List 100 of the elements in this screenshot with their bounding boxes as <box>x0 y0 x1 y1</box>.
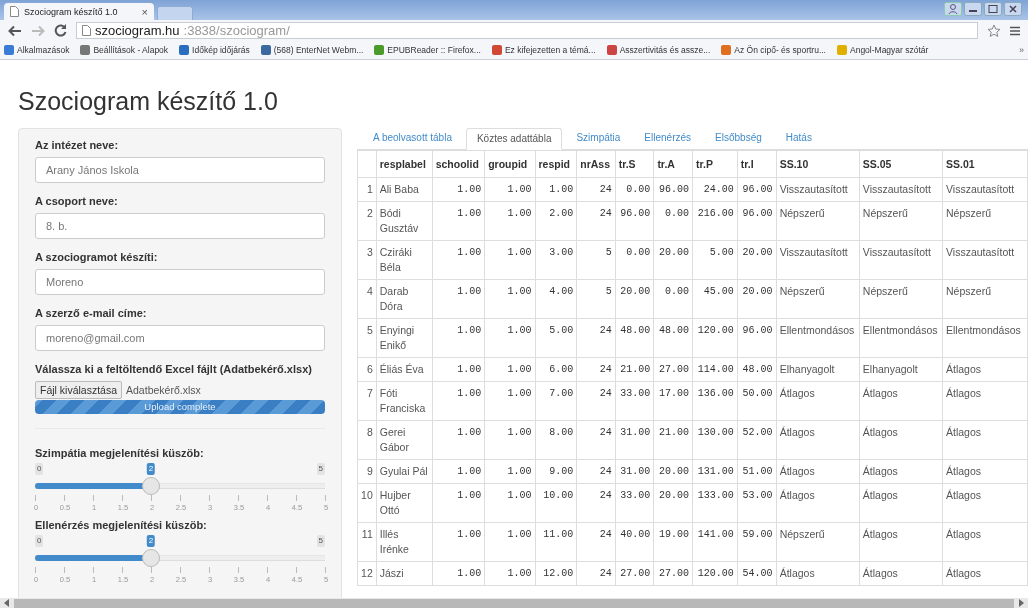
text-field[interactable]: Moreno <box>35 269 325 295</box>
table-cell: 48.00 <box>737 357 777 382</box>
column-header[interactable]: tr.S <box>615 150 654 178</box>
table-cell: 2.00 <box>535 201 577 241</box>
table-cell: Ali Baba <box>376 177 433 202</box>
table-cell: 9.00 <box>535 459 577 484</box>
table-cell: 1.00 <box>484 381 535 421</box>
table-cell: 1.00 <box>484 279 535 319</box>
column-header[interactable]: schoolid <box>432 150 485 178</box>
table-cell: Népszerű <box>942 201 1028 241</box>
table-cell: Fóti Franciska <box>376 381 433 421</box>
table-cell: 17.00 <box>653 381 693 421</box>
text-field[interactable]: 8. b. <box>35 213 325 239</box>
table-cell: Népszerű <box>776 522 860 562</box>
bookmark-link[interactable]: Időkép időjárás <box>179 45 250 55</box>
tab-title: Szociogram készítő 1.0 <box>24 6 118 17</box>
table-cell: Átlagos <box>942 357 1028 382</box>
table-cell: 1.00 <box>432 318 485 358</box>
table-cell: 141.00 <box>692 522 738 562</box>
table-cell: 216.00 <box>692 201 738 241</box>
tab[interactable]: A beolvasott tábla <box>363 128 462 149</box>
table-cell: 48.00 <box>615 318 654 358</box>
bookmark-icon <box>179 45 190 55</box>
close-icon[interactable] <box>1004 2 1022 16</box>
table-cell: 20.00 <box>653 483 693 523</box>
table-cell: 45.00 <box>692 279 738 319</box>
bookmark-link[interactable]: Alkalmazások <box>4 45 70 55</box>
progress-status: Upload complete <box>143 401 217 412</box>
address-field[interactable]: szociogram.hu :3838/szociogram/ <box>76 22 978 39</box>
tab[interactable]: Elsőbbség <box>705 128 772 149</box>
column-header[interactable]: SS.10 <box>776 150 860 178</box>
more-bookmarks-button[interactable]: » <box>1019 45 1024 55</box>
slider-handle[interactable] <box>142 549 160 567</box>
bookmark-link[interactable]: Asszertivitás és assze... <box>606 45 711 55</box>
reload-icon[interactable] <box>54 24 67 37</box>
table-cell: Visszautasított <box>776 240 860 280</box>
table-cell: Átlagos <box>942 459 1028 484</box>
table-cell: 1.00 <box>484 561 535 586</box>
bookmark-icon <box>837 45 847 55</box>
tab[interactable]: Hatás <box>775 128 822 149</box>
tab[interactable]: Köztes adattábla <box>465 128 563 150</box>
table-cell: 59.00 <box>737 522 777 562</box>
text-field[interactable]: Arany János Iskola <box>35 157 325 183</box>
bookmark-link[interactable]: Beállítások - Alapok <box>80 45 169 55</box>
tab[interactable]: Ellenérzés <box>634 128 702 149</box>
column-header[interactable]: respid <box>535 150 577 178</box>
scroll-right-icon[interactable] <box>1018 599 1024 607</box>
bookmark-link[interactable]: (568) EnterNet Webm... <box>260 45 364 55</box>
table-cell: 1.00 <box>432 240 485 280</box>
column-header[interactable]: tr.I <box>737 150 777 178</box>
table-cell: 27.00 <box>653 561 693 586</box>
star-icon[interactable] <box>987 23 1001 38</box>
bookmark-link[interactable]: EPUBReader :: Firefox... <box>374 45 481 55</box>
text-field[interactable]: moreno@gmail.com <box>35 325 325 351</box>
scroll-left-icon[interactable] <box>4 599 10 607</box>
row-number: 9 <box>357 459 377 484</box>
file-name: Adatbekérő.xlsx <box>126 384 201 396</box>
column-header[interactable]: tr.A <box>653 150 693 178</box>
table-cell: Átlagos <box>859 561 943 586</box>
column-header[interactable]: groupid <box>484 150 535 178</box>
choose-file-button[interactable]: Fájl kiválasztása <box>35 381 123 399</box>
column-header[interactable]: SS.01 <box>942 150 1028 178</box>
table-cell: 1.00 <box>432 483 485 523</box>
table-cell: Átlagos <box>942 420 1028 460</box>
scrollbar-thumb[interactable] <box>14 598 1014 608</box>
column-header[interactable]: nrAss <box>576 150 616 178</box>
row-number: 11 <box>357 522 377 562</box>
table-cell: 1.00 <box>432 177 485 202</box>
bookmark-link[interactable]: Angol-Magyar szótár <box>837 45 929 55</box>
bookmark-link[interactable]: Az Ön cipő- és sportru... <box>721 45 826 55</box>
field-label: A szerző e-mail címe: <box>35 307 148 319</box>
table-cell: 24 <box>576 381 616 421</box>
table-cell: 53.00 <box>737 483 777 523</box>
column-header[interactable]: resplabel <box>376 150 433 178</box>
bookmark-icon <box>606 45 617 55</box>
table-cell: 120.00 <box>692 561 738 586</box>
user-icon[interactable] <box>944 2 962 16</box>
table-cell: 96.00 <box>737 201 777 241</box>
table-cell: 20.00 <box>615 279 654 319</box>
table-cell: 51.00 <box>737 459 777 484</box>
table-cell: 5 <box>576 279 616 319</box>
column-header[interactable]: SS.05 <box>859 150 943 178</box>
table-cell: 20.00 <box>737 240 777 280</box>
table-cell: 131.00 <box>692 459 738 484</box>
close-tab-button[interactable]: × <box>141 5 148 18</box>
bookmark-link[interactable]: Ez kifejezetten a témá... <box>491 45 596 55</box>
maximize-icon[interactable] <box>984 2 1002 16</box>
slider-handle[interactable] <box>142 477 160 495</box>
table-cell: 24 <box>576 357 616 382</box>
minimize-icon[interactable] <box>964 2 982 16</box>
column-header[interactable]: tr.P <box>692 150 738 178</box>
table-cell: Jászi <box>376 561 433 586</box>
tab[interactable]: Szimpátia <box>566 128 631 149</box>
row-number: 4 <box>357 279 377 319</box>
browser-tab[interactable]: Szociogram készítő 1.0 × <box>4 3 154 20</box>
menu-icon[interactable] <box>1010 25 1020 36</box>
table-cell: 5 <box>576 240 616 280</box>
table-cell: Darab Dóra <box>376 279 433 319</box>
table-cell: 20.00 <box>653 459 693 484</box>
back-icon[interactable] <box>8 24 22 37</box>
